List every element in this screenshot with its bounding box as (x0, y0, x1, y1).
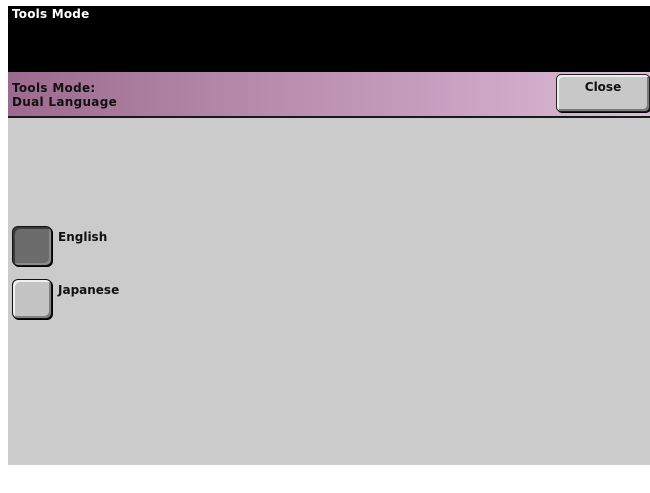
window-title: Tools Mode (12, 7, 90, 21)
japanese-label: Japanese (58, 283, 120, 297)
header-title: Tools Mode: (12, 81, 96, 95)
japanese-radio-button[interactable] (12, 279, 52, 319)
touch-screen-panel: Tools Mode Tools Mode: Dual Language Clo… (8, 6, 650, 465)
close-button[interactable]: Close (556, 74, 650, 112)
title-bar: Tools Mode (8, 6, 650, 72)
english-label: English (58, 230, 108, 244)
english-radio-button[interactable] (12, 226, 52, 266)
header-subtitle: Dual Language (12, 95, 118, 109)
header-band: Tools Mode: Dual Language Close (8, 72, 650, 118)
close-button-label: Close (584, 80, 622, 94)
